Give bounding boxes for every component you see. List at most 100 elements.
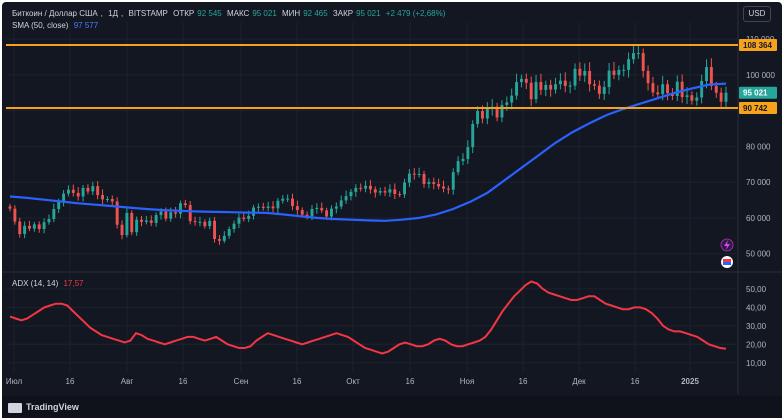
candle-body [602, 87, 606, 94]
candle-body [81, 187, 85, 197]
level-price-label: 108 364 [743, 41, 772, 50]
price-tick-label: 50 000 [746, 250, 771, 259]
adx-value: 17,57 [63, 279, 84, 288]
time-tick-label: 2025 [681, 377, 699, 386]
candle-body [690, 95, 694, 101]
candle-body [617, 69, 621, 75]
candle-body [588, 70, 592, 85]
candle-body [169, 212, 173, 219]
candle-body [481, 111, 484, 119]
last-price-label: 95 021 [743, 89, 768, 98]
candle-body [271, 206, 275, 209]
candle-body [261, 206, 265, 208]
adx-legend: ADX (14, 14) 17,57 [12, 279, 87, 288]
exchange-label: BITSTAMP [128, 9, 168, 18]
candle-body [612, 70, 616, 75]
tradingview-mark-icon [8, 402, 22, 413]
legend-sep: , [100, 9, 103, 18]
candle-body [164, 211, 168, 219]
time-tick-label: Ноя [460, 377, 475, 386]
candle-body [368, 185, 372, 190]
candle-body [446, 188, 450, 190]
price-tick-label: 80 000 [746, 142, 771, 151]
candle-body [23, 225, 27, 235]
flag-stripe-icon [723, 259, 731, 262]
candle-body [198, 221, 202, 223]
candle-body [412, 173, 416, 175]
candle-body [310, 209, 314, 217]
candle-body [217, 239, 221, 241]
candle-body [476, 111, 480, 124]
candle-body [115, 201, 119, 225]
currency-button[interactable]: USD [743, 6, 771, 22]
candle-body [529, 82, 533, 100]
candle-body [695, 97, 699, 101]
candle-body [203, 221, 207, 227]
time-tick-label: 16 [406, 377, 415, 386]
candle-body [583, 70, 587, 76]
candle-body [86, 187, 90, 192]
candle-body [432, 182, 436, 184]
candle-body [247, 215, 251, 220]
candle-body [349, 191, 353, 197]
candle-body [66, 189, 70, 194]
candle-body [393, 189, 397, 194]
candle-body [524, 78, 528, 83]
candle-body [135, 219, 139, 233]
time-tick-label: 16 [519, 377, 528, 386]
candle-body [339, 200, 343, 207]
low-key: МИН [282, 9, 301, 18]
candle-body [646, 70, 650, 84]
candle-body [607, 70, 611, 88]
candle-body [354, 187, 358, 192]
candle-body [515, 82, 519, 96]
chart-background [2, 2, 782, 418]
candle-body [144, 220, 148, 222]
candle-body [427, 182, 431, 184]
candle-body [709, 67, 713, 86]
candle-body [101, 195, 105, 200]
candle-body [388, 189, 392, 193]
candle-body [661, 84, 665, 95]
candle-body [96, 186, 100, 196]
candle-body [28, 225, 31, 229]
candle-body [266, 206, 270, 208]
candle-body [627, 59, 631, 70]
candle-body [656, 92, 660, 95]
candle-body [403, 182, 406, 195]
close-value: 95 021 [356, 9, 381, 18]
candle-body [193, 221, 197, 223]
time-tick-label: 16 [179, 377, 188, 386]
adx-tick-label: 50,00 [746, 285, 767, 294]
candle-body [378, 191, 382, 193]
candle-body [242, 217, 246, 220]
open-key: ОТКР [173, 9, 195, 18]
candle-body [442, 186, 445, 189]
sma-value: 97 577 [73, 21, 99, 30]
candle-body [105, 198, 109, 200]
candle-body [485, 108, 489, 119]
candle-body [62, 193, 66, 202]
chart-frame: 50 00060 00070 00080 00090 000100 000110… [0, 0, 784, 420]
candle-body [631, 53, 635, 60]
candle-body [91, 186, 95, 192]
price-tick-label: 100 000 [746, 71, 775, 80]
candle-body [466, 147, 470, 159]
candle-body [685, 95, 689, 98]
open-value: 92 545 [197, 9, 222, 18]
candle-body [500, 104, 504, 118]
price-legend: Биткоин / Доллар США, 1Д, BITSTAMP ОТКР 9… [12, 9, 448, 18]
time-tick-label: 16 [631, 377, 640, 386]
candle-body [18, 221, 22, 235]
candle-body [383, 191, 387, 193]
chart-canvas[interactable]: 50 00060 00070 00080 00090 000100 000110… [0, 0, 784, 420]
candle-body [13, 208, 17, 222]
time-tick-label: Дек [572, 377, 586, 386]
adx-tick-label: 10,00 [746, 359, 767, 368]
time-tick-label: Авг [121, 377, 134, 386]
tradingview-logo[interactable]: TradingView [8, 402, 79, 413]
time-tick-label: 16 [293, 377, 302, 386]
candle-body [71, 189, 75, 193]
candle-body [407, 173, 411, 183]
candle-body [573, 68, 577, 86]
